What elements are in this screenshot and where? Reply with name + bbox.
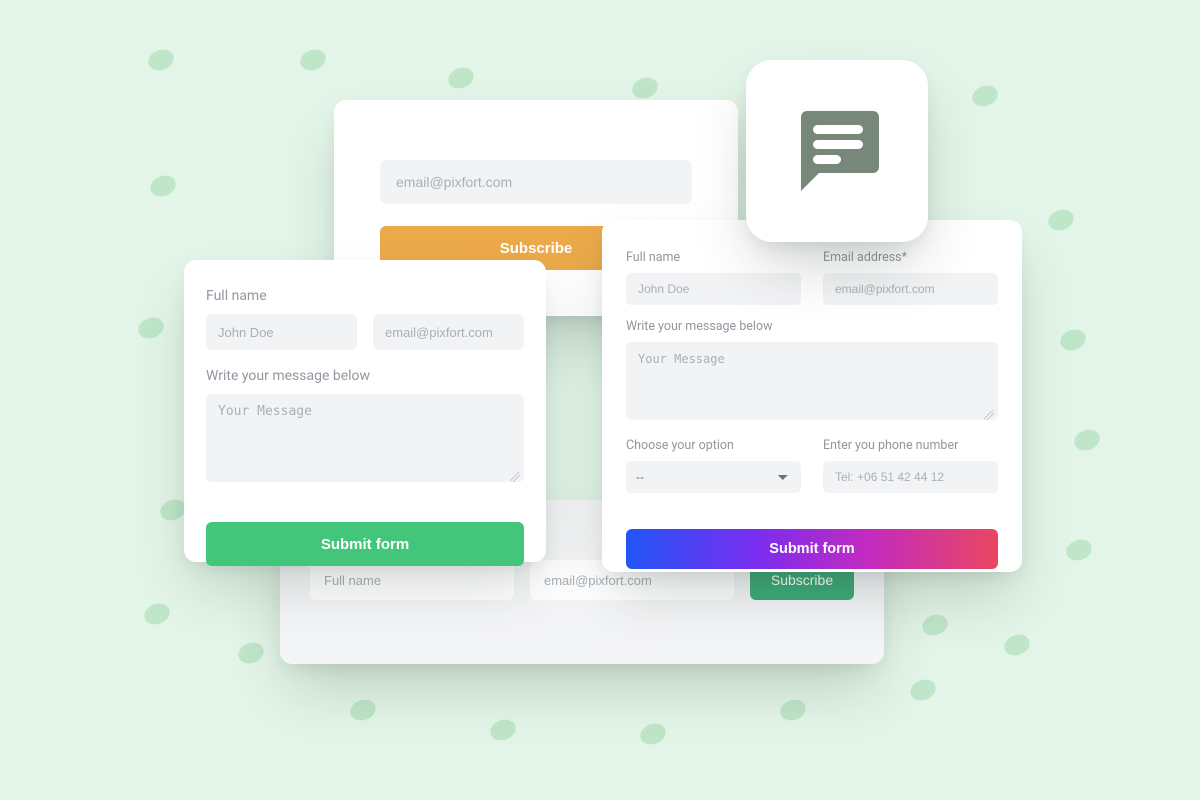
email-input[interactable] — [380, 160, 692, 204]
phone-label: Enter you phone number — [823, 438, 998, 453]
submit-button[interactable]: Submit form — [626, 529, 998, 569]
contact-form-right: Full name Email address* Write your mess… — [602, 220, 1022, 572]
message-textarea[interactable] — [626, 342, 998, 420]
fullname-input[interactable] — [206, 314, 357, 350]
chat-icon-tile — [746, 60, 928, 242]
chat-icon — [787, 99, 887, 203]
fullname-label: Full name — [626, 250, 801, 265]
submit-button[interactable]: Submit form — [206, 522, 524, 566]
message-textarea[interactable] — [206, 394, 524, 482]
fullname-input[interactable] — [310, 560, 514, 600]
email-input[interactable] — [823, 273, 998, 305]
contact-form-left: Full name Write your message below Submi… — [184, 260, 546, 562]
email-input[interactable] — [373, 314, 524, 350]
phone-input[interactable] — [823, 461, 998, 493]
option-select[interactable]: -- — [626, 461, 801, 493]
fullname-input[interactable] — [626, 273, 801, 305]
option-label: Choose your option — [626, 438, 801, 453]
fullname-label: Full name — [206, 288, 524, 304]
message-label: Write your message below — [626, 319, 998, 334]
email-label: Email address* — [823, 250, 998, 265]
message-label: Write your message below — [206, 368, 524, 384]
